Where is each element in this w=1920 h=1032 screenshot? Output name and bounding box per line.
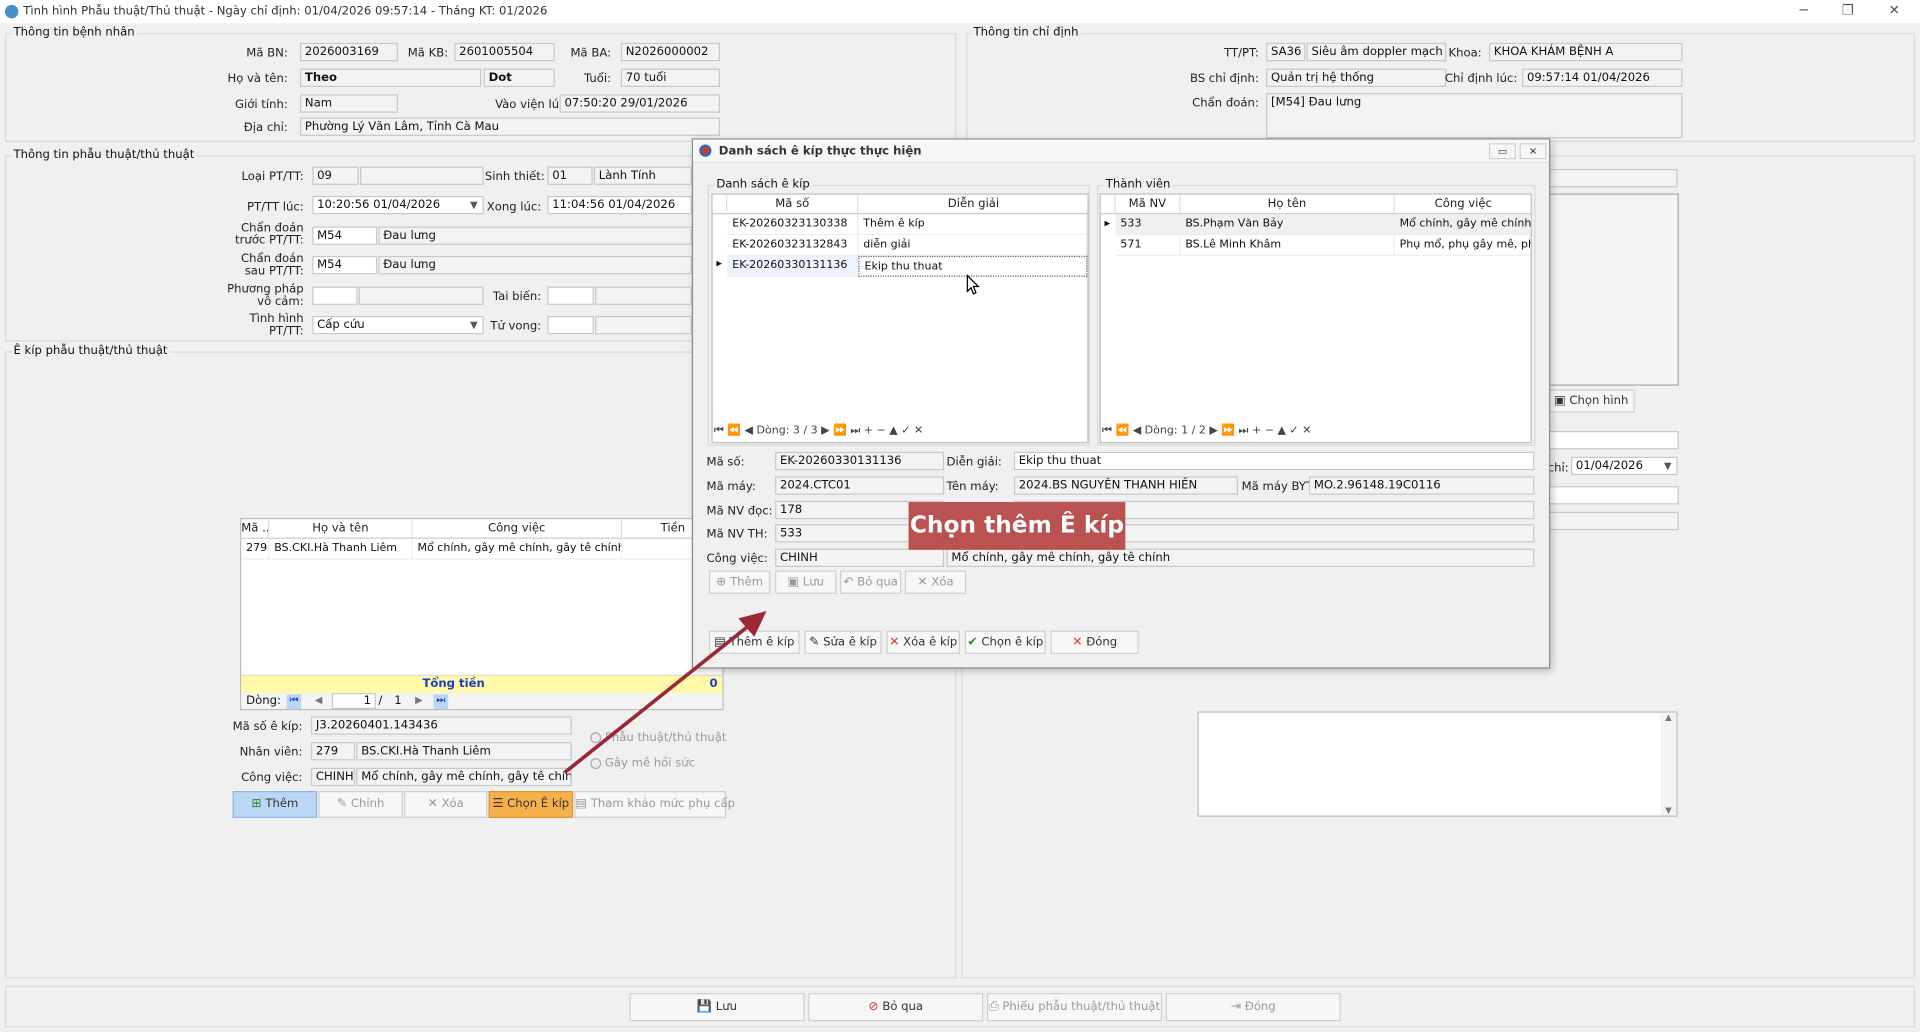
mouse-cursor-icon: [966, 274, 980, 295]
annotation-callout: Chọn thêm Ê kíp: [908, 502, 1126, 550]
